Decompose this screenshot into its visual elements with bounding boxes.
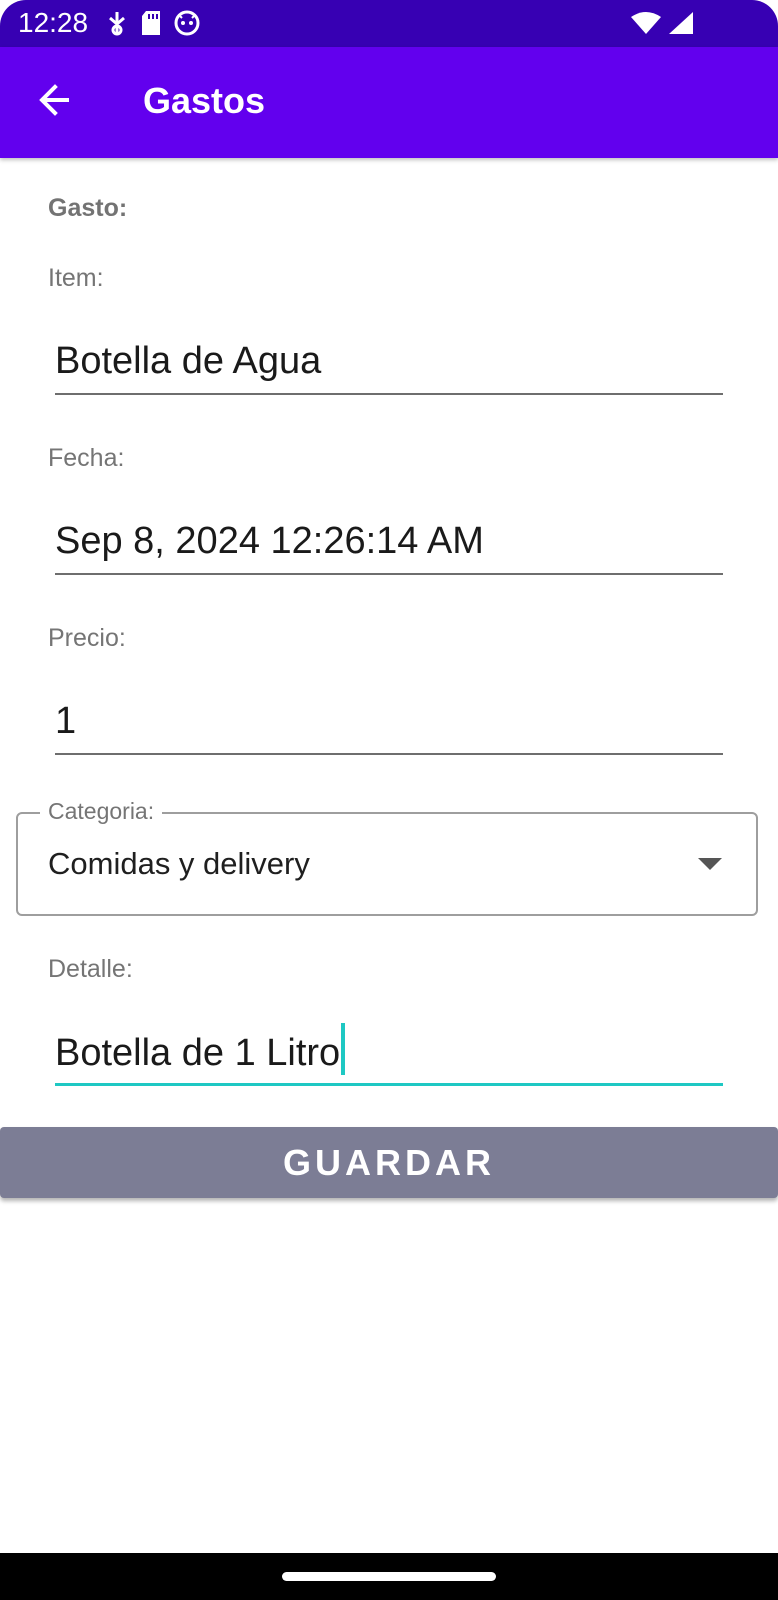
detalle-value: Botella de 1 Litro [55, 1032, 341, 1074]
back-button[interactable] [30, 77, 80, 127]
screen: 12:28 Gastos Gasto: Item: Botella de Agu… [0, 0, 778, 1600]
app-bar: Gastos [0, 47, 778, 158]
categoria-value: Comidas y delivery [48, 846, 310, 881]
sd-card-icon [140, 10, 162, 36]
section-title: Gasto: [48, 194, 128, 222]
wifi-icon [630, 11, 662, 35]
item-label: Item: [48, 264, 104, 292]
arrow-back-icon [37, 82, 73, 123]
precio-label: Precio: [48, 624, 126, 652]
usb-debug-icon [106, 10, 128, 36]
status-icons-left [106, 10, 200, 36]
dropdown-arrow-icon [698, 858, 722, 870]
android-face-icon [174, 10, 200, 36]
status-bar: 12:28 [0, 0, 778, 47]
fecha-label: Fecha: [48, 444, 125, 472]
home-gesture-handle[interactable] [282, 1572, 496, 1581]
detalle-field[interactable]: Botella de 1 Litro [55, 1023, 723, 1086]
fecha-field[interactable]: Sep 8, 2024 12:26:14 AM [55, 513, 723, 575]
precio-field[interactable]: 1 [55, 693, 723, 755]
cell-signal-icon [668, 11, 694, 35]
status-time: 12:28 [18, 7, 89, 38]
categoria-dropdown[interactable]: Categoria: Comidas y delivery [16, 797, 758, 916]
status-icons-right [630, 11, 694, 35]
item-field[interactable]: Botella de Agua [55, 333, 723, 395]
detalle-label: Detalle: [48, 955, 133, 983]
page-title: Gastos [143, 80, 266, 121]
text-caret [341, 1023, 346, 1075]
save-button[interactable]: GUARDAR [0, 1127, 778, 1198]
categoria-label: Categoria: [40, 797, 163, 825]
navigation-bar [0, 1553, 778, 1600]
